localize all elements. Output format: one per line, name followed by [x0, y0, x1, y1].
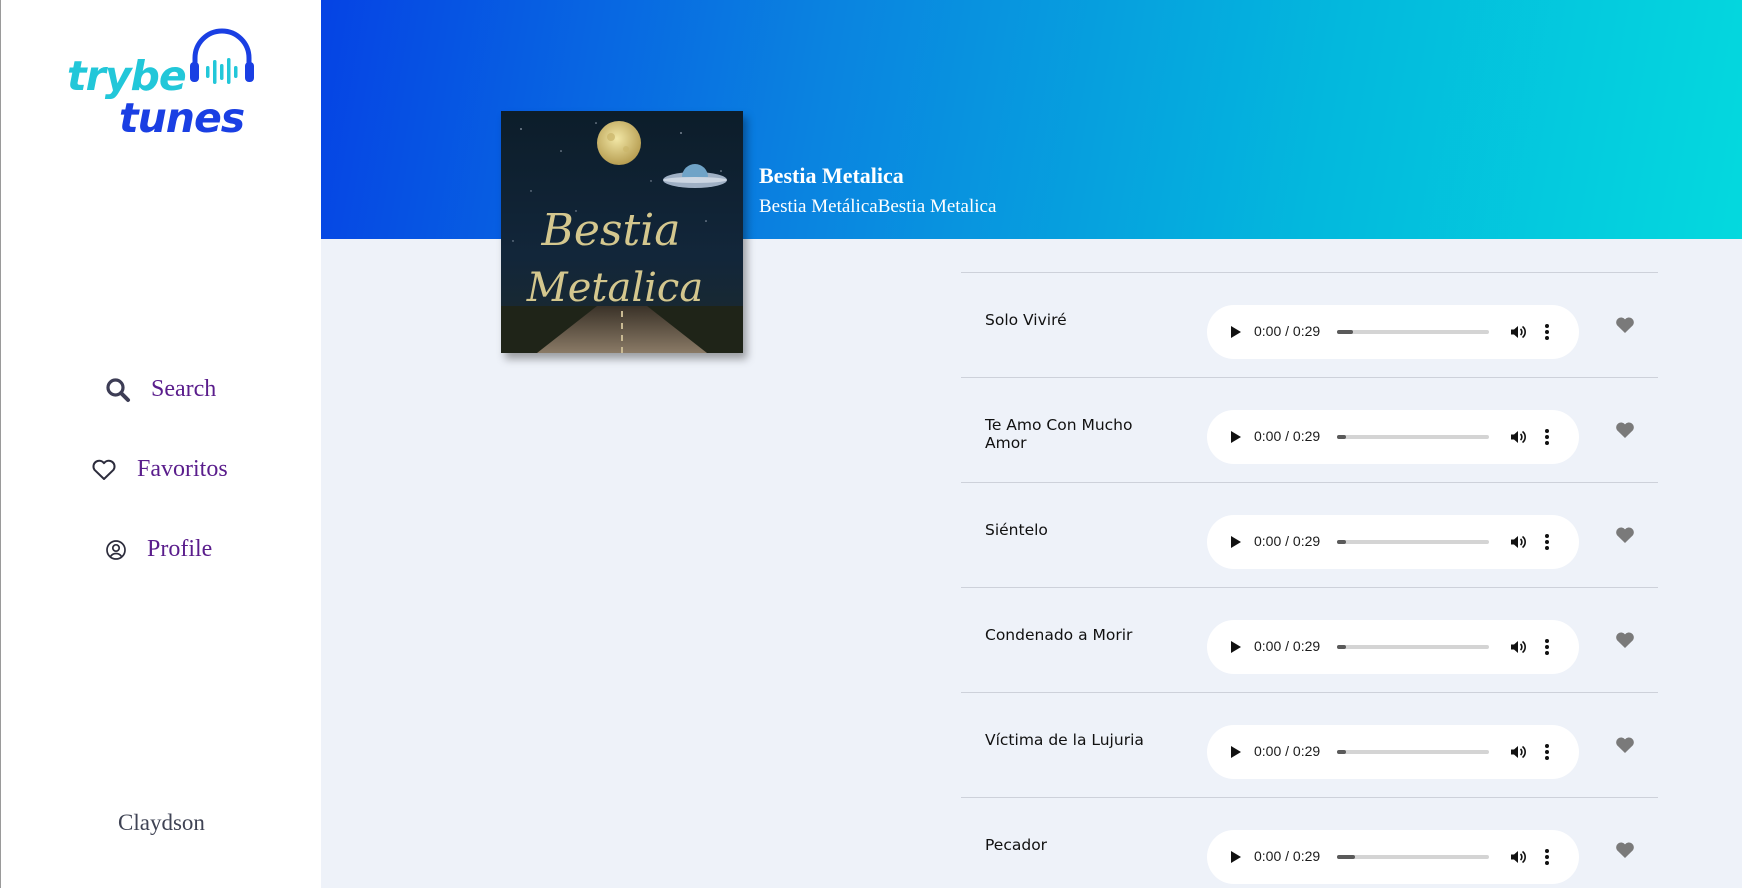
headphones-icon [190, 28, 254, 84]
volume-icon[interactable] [1509, 743, 1527, 761]
play-icon[interactable] [1227, 849, 1243, 865]
favorite-heart-icon[interactable] [1615, 316, 1635, 334]
audio-progress-slider[interactable] [1337, 330, 1489, 334]
nav-item-search[interactable]: Search [105, 376, 216, 403]
favorite-heart-icon[interactable] [1615, 736, 1635, 754]
audio-progress-slider[interactable] [1337, 645, 1489, 649]
cover-text-line2: Metalica [526, 265, 703, 311]
album-title: Bestia Metalica [759, 163, 904, 188]
track-row: Siéntelo 0:00 / 0:29 [961, 482, 1658, 587]
track-name: Condenado a Morir [985, 626, 1133, 644]
more-options-icon[interactable] [1544, 743, 1550, 761]
play-icon[interactable] [1227, 534, 1243, 550]
sidebar: trybe tunes Search Favoritos Profile Cla… [0, 0, 321, 888]
username: Claydson [118, 810, 205, 835]
more-options-icon[interactable] [1544, 533, 1550, 551]
heart-outline-icon [92, 459, 116, 480]
audio-time: 0:00 / 0:29 [1254, 848, 1321, 864]
audio-player: 0:00 / 0:29 [1207, 515, 1579, 569]
audio-player: 0:00 / 0:29 [1207, 620, 1579, 674]
logo-word-trybe: trybe [67, 52, 187, 100]
audio-time: 0:00 / 0:29 [1254, 638, 1321, 654]
track-row: Víctima de la Lujuria 0:00 / 0:29 [961, 692, 1658, 797]
audio-player: 0:00 / 0:29 [1207, 410, 1579, 464]
audio-progress-fill [1337, 855, 1355, 859]
track-row: Te Amo Con Mucho Amor 0:00 / 0:29 [961, 377, 1658, 482]
track-row: Condenado a Morir 0:00 / 0:29 [961, 587, 1658, 692]
track-row: Solo Viviré 0:00 / 0:29 [961, 272, 1658, 377]
volume-icon[interactable] [1509, 323, 1527, 341]
track-name: Solo Viviré [985, 311, 1067, 329]
track-name: Pecador [985, 836, 1048, 854]
track-name: Siéntelo [985, 521, 1048, 539]
more-options-icon[interactable] [1544, 323, 1550, 341]
audio-progress-fill [1337, 540, 1346, 544]
track-row: Pecador 0:00 / 0:29 [961, 797, 1658, 888]
play-icon[interactable] [1227, 429, 1243, 445]
audio-player: 0:00 / 0:29 [1207, 305, 1579, 359]
more-options-icon[interactable] [1544, 428, 1550, 446]
album-artist: Bestia MetálicaBestia Metalica [759, 196, 997, 217]
audio-player: 0:00 / 0:29 [1207, 725, 1579, 779]
volume-icon[interactable] [1509, 638, 1527, 656]
audio-progress-fill [1337, 750, 1346, 754]
audio-progress-slider[interactable] [1337, 435, 1489, 439]
audio-progress-fill [1337, 330, 1353, 334]
track-list: Solo Viviré 0:00 / 0:29 Te Amo Con Mucho… [961, 272, 1658, 888]
play-icon[interactable] [1227, 744, 1243, 760]
cover-text-line1: Bestia [541, 205, 681, 256]
favorite-heart-icon[interactable] [1615, 526, 1635, 544]
audio-progress-slider[interactable] [1337, 540, 1489, 544]
user-circle-icon [106, 539, 126, 560]
audio-progress-slider[interactable] [1337, 750, 1489, 754]
nav-item-profile[interactable]: Profile [105, 536, 212, 563]
audio-progress-fill [1337, 435, 1346, 439]
nav-label-search: Search [151, 376, 217, 402]
volume-icon[interactable] [1509, 848, 1527, 866]
audio-progress-slider[interactable] [1337, 855, 1489, 859]
volume-icon[interactable] [1509, 533, 1527, 551]
favorite-heart-icon[interactable] [1615, 421, 1635, 439]
more-options-icon[interactable] [1544, 638, 1550, 656]
nav-label-profile: Profile [147, 536, 213, 562]
app: trybe tunes Search Favoritos Profile Cla… [0, 0, 1742, 888]
search-icon [106, 377, 130, 402]
track-name: Te Amo Con Mucho Amor [985, 416, 1133, 452]
audio-time: 0:00 / 0:29 [1254, 428, 1321, 444]
play-icon[interactable] [1227, 324, 1243, 340]
track-name: Víctima de la Lujuria [985, 731, 1144, 749]
more-options-icon[interactable] [1544, 848, 1550, 866]
nav-item-favoritos[interactable]: Favoritos [91, 456, 228, 483]
logo[interactable]: trybe tunes [67, 26, 267, 142]
volume-icon[interactable] [1509, 428, 1527, 446]
audio-time: 0:00 / 0:29 [1254, 323, 1321, 339]
logo-word-tunes: tunes [119, 94, 245, 142]
audio-time: 0:00 / 0:29 [1254, 533, 1321, 549]
audio-player: 0:00 / 0:29 [1207, 830, 1579, 884]
play-icon[interactable] [1227, 639, 1243, 655]
favorite-heart-icon[interactable] [1615, 841, 1635, 859]
album-cover: Bestia Metalica [501, 111, 743, 353]
audio-time: 0:00 / 0:29 [1254, 743, 1321, 759]
favorite-heart-icon[interactable] [1615, 631, 1635, 649]
audio-progress-fill [1337, 645, 1346, 649]
nav-label-favoritos: Favoritos [137, 456, 228, 482]
